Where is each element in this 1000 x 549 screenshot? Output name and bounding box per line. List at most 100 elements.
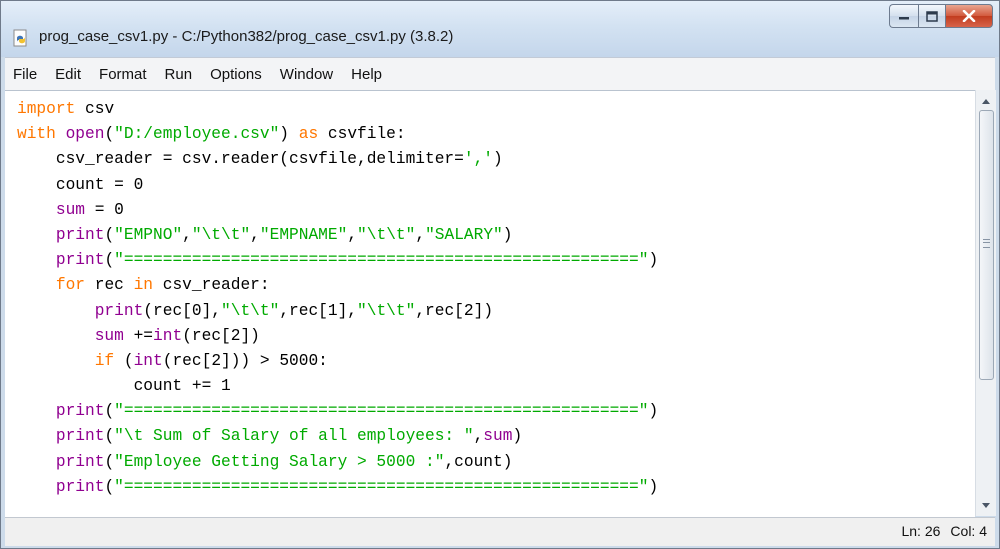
code-token: ) [648,402,659,421]
code-token: print [94,301,144,320]
code-token: "=======================================… [114,402,649,421]
code-line: print("=================================… [17,475,658,500]
line-number: Ln: 26 [901,523,941,539]
code-token: (rec[2]) [182,326,260,345]
code-token: sum [55,200,86,219]
title-bar[interactable]: prog_case_csv1.py - C:/Python382/prog_ca… [1,1,999,57]
menu-format[interactable]: Format [90,66,156,83]
vertical-scrollbar[interactable] [975,90,996,516]
menu-file[interactable]: File [5,66,46,83]
scroll-up-button[interactable] [976,92,996,110]
code-text[interactable]: import csv with open("D:/employee.csv") a… [17,97,658,500]
menu-options[interactable]: Options [201,66,271,83]
code-token: as [298,125,319,144]
code-token: import [17,100,76,118]
code-token: , [250,225,260,244]
code-token: ) [648,477,659,496]
code-token: csv [75,100,115,118]
code-token: count = 0 [17,175,144,194]
column-number: Col: 4 [950,523,987,539]
code-token: ) [648,251,659,270]
maximize-icon [926,10,938,22]
scroll-down-icon [982,502,990,508]
code-token: csv_reader: [153,276,270,295]
code-token: "D:/employee.csv" [114,125,280,144]
code-line: print("EMPNO","\t\t","EMPNAME","\t\t","S… [17,223,658,248]
code-token: ,count) [444,452,513,471]
code-token: ( [104,251,115,270]
code-line: for rec in csv_reader: [17,273,658,298]
code-token: , [473,427,484,446]
code-line: print("=================================… [17,248,658,273]
code-token: if [94,351,115,370]
code-token: print [55,452,105,471]
python-file-icon [11,29,31,49]
idle-editor-window: prog_case_csv1.py - C:/Python382/prog_ca… [0,0,1000,549]
code-token: for [55,276,86,295]
code-token: , [347,225,358,244]
code-token: += [123,326,154,345]
code-token: ,rec[2]) [415,301,494,320]
grip-icon [983,239,990,248]
menu-edit[interactable]: Edit [46,66,90,83]
code-token: "SALARY" [425,225,503,244]
code-line: sum = 0 [17,198,658,223]
code-token: ( [104,452,115,471]
code-line: print(rec[0],"\t\t",rec[1],"\t\t",rec[2]… [17,299,658,324]
code-token: csv_reader = csv.reader(csvfile,delimite… [17,150,464,169]
scroll-up-icon [982,98,990,104]
scroll-down-button[interactable] [976,496,996,514]
menu-help[interactable]: Help [342,66,391,83]
code-token: ) [502,225,513,244]
code-token: in [133,276,154,295]
code-token: ( [104,427,115,446]
code-line: print("=================================… [17,399,658,424]
code-line: count = 0 [17,173,658,198]
code-token: ( [104,477,115,496]
code-editor[interactable]: import csv with open("D:/employee.csv") a… [5,90,975,517]
code-token: "=======================================… [114,477,649,496]
code-token: "\t Sum of Salary of all employees: " [114,427,474,446]
code-token: int [133,351,163,370]
code-line: with open("D:/employee.csv") as csvfile: [17,122,658,147]
code-token: , [415,225,426,244]
menu-run[interactable]: Run [156,66,202,83]
close-button[interactable] [945,4,993,28]
code-token: "EMPNAME" [259,225,348,244]
menu-window[interactable]: Window [271,66,342,83]
close-icon [962,10,976,22]
code-line: print("\t Sum of Salary of all employees… [17,424,658,449]
code-token: print [55,427,105,446]
code-token: print [55,402,105,421]
scrollbar-thumb[interactable] [979,110,994,380]
window-title: prog_case_csv1.py - C:/Python382/prog_ca… [39,28,454,45]
maximize-button[interactable] [918,4,945,28]
code-line: import csv [17,97,658,122]
code-token: ( [104,125,115,144]
minimize-button[interactable] [889,4,918,28]
cursor-position: Ln: 26 Col: 4 [901,523,987,539]
code-line: if (int(rec[2])) > 5000: [17,349,658,374]
code-token: with [17,125,56,144]
code-token: "EMPNO" [114,225,183,244]
code-token: rec [85,276,134,295]
minimize-icon [899,17,909,20]
menu-bar: File Edit Format Run Options Window Help [5,57,995,90]
code-token: open [65,125,105,144]
code-token: ( [104,402,115,421]
code-token: , [182,225,192,244]
code-token: csvfile: [318,125,406,144]
status-bar: Ln: 26 Col: 4 [5,517,995,546]
code-token: ',' [463,150,494,169]
code-token: = 0 [85,200,124,219]
